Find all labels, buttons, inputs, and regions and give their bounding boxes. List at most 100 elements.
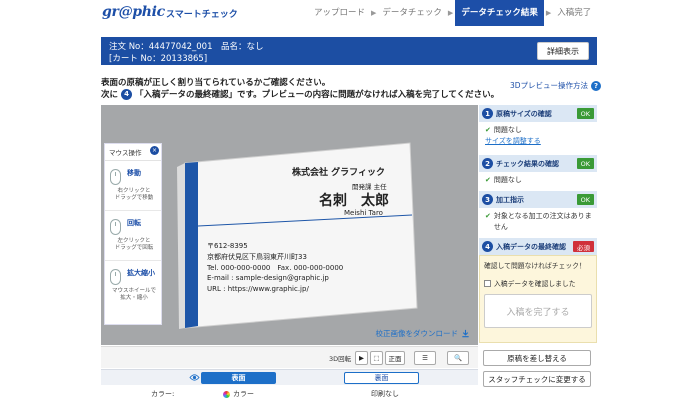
mouse-item-name: 回転 — [127, 219, 141, 227]
close-icon[interactable]: × — [150, 146, 159, 155]
mouse-item-zoom: 拡大縮小 マウスホイールで 拡大・縮小 — [105, 261, 161, 311]
play-button[interactable]: ▶ — [355, 351, 368, 365]
card-url: URL : https://www.graphic.jp/ — [207, 285, 309, 293]
ok-badge: OK — [576, 194, 594, 205]
mouse-item-rotate: 回転 左クリックと ドラッグで回転 — [105, 211, 161, 261]
mouse-item-name: 移動 — [127, 169, 141, 177]
adjust-size-link[interactable]: サイズを調整する — [485, 136, 592, 147]
check-panel: 1 原稿サイズの確認 OK ✔ 問題なし サイズを調整する 2 チェック結果の確認… — [479, 105, 597, 346]
complete-submission-button[interactable]: 入稿を完了する — [484, 294, 592, 328]
check-icon: ✔ — [485, 126, 491, 134]
check-2-title: チェック結果の確認 — [496, 159, 559, 168]
layout-menu-button[interactable]: ☰ — [414, 351, 436, 365]
card-edge — [177, 163, 185, 329]
preview-toolbar: 3D回転 ▶ ⬚ 正面 ☰ 🔍 — [101, 346, 478, 368]
download-icon — [462, 329, 469, 338]
mouse-item-desc: マウスホイールで 拡大・縮小 — [111, 288, 156, 302]
step-check-result: データチェック結果 — [455, 0, 544, 26]
color-wheel-icon — [223, 390, 230, 398]
app-root: gr@phic スマートチェック アップロード ▶ データチェック ▶ データチ… — [0, 0, 680, 400]
check-1-body: ✔ 問題なし サイズを調整する — [479, 122, 597, 155]
card-address: 京都府伏見区下鳥羽東芹川町33 — [207, 253, 307, 261]
confirm-checkbox-row[interactable]: 入稿データを確認しました — [484, 278, 592, 288]
help-icon: ? — [591, 80, 602, 91]
check-icon: ✔ — [485, 176, 491, 184]
step-arrow-icon: ▶ — [447, 9, 454, 17]
front-color-text: カラー — [233, 390, 254, 398]
step-complete: 入稿完了 — [557, 8, 592, 18]
front-side-button[interactable]: 表面 — [201, 372, 276, 384]
rotate-3d-label: 3D回転 — [329, 355, 352, 363]
mouse-controls-panel: マウス操作 × 移動 右クリックと ドラッグで移動 回転 左クリックと ドラッグ… — [104, 143, 162, 325]
back-color-value: 印刷なし — [371, 390, 399, 398]
instruction-line-2: 次に 4 「入稿データの最終確認」です。プレビューの内容に問題がなければ入稿を完… — [101, 88, 499, 100]
mouse-item-move: 移動 右クリックと ドラッグで移動 — [105, 161, 161, 211]
check-2-header: 2 チェック結果の確認 OK — [479, 155, 597, 172]
check-number-icon: 2 — [482, 158, 493, 169]
3d-preview-area[interactable]: マウス操作 × 移動 右クリックと ドラッグで移動 回転 左クリックと ドラッグ… — [101, 105, 478, 345]
check-icon: ✔ — [485, 212, 491, 220]
check-3-title: 加工指示 — [496, 195, 524, 204]
ok-badge: OK — [576, 158, 594, 169]
check-2-body: ✔ 問題なし — [479, 172, 597, 191]
color-info-bar: カラー: カラー 印刷なし — [101, 386, 478, 400]
order-info-bar: 注文 No：44477042_001 品名：なし [カート No：2013386… — [101, 37, 597, 65]
check-number-icon: 1 — [482, 108, 493, 119]
detail-button[interactable]: 詳細表示 — [537, 42, 589, 60]
confirm-checkbox-label: 入稿データを確認しました — [494, 280, 576, 288]
face-select-bar: 表面 裏面 — [101, 369, 478, 385]
order-number: 注文 No：44477042_001 品名：なし — [109, 42, 264, 52]
check-3-header: 3 加工指示 OK — [479, 191, 597, 208]
step-number-icon: 4 — [121, 88, 133, 100]
instruction-body: 「入稿データの最終確認」です。プレビューの内容に問題がなければ入稿を完了してくだ… — [135, 90, 500, 100]
final-prompt: 確認して問題なければチェック！ — [484, 262, 586, 270]
card-tel: Tel. 000-000-0000 Fax. 000-000-0000 — [207, 264, 344, 272]
preview-help-link[interactable]: 3Dプレビュー操作方法 ? — [510, 80, 602, 91]
card-name: 名刺 太郎 — [319, 193, 389, 209]
step-upload: アップロード — [314, 8, 366, 18]
front-view-button[interactable]: 正面 — [385, 351, 405, 365]
mouse-item-desc: 左クリックと ドラッグで回転 — [114, 238, 154, 252]
mouse-item-name: 拡大縮小 — [127, 269, 155, 277]
card-company: 株式会社 グラフィック — [292, 168, 385, 178]
mouse-item-desc: 右クリックと ドラッグで移動 — [114, 188, 154, 202]
front-color-value: カラー — [223, 389, 254, 399]
check-1-title: 原稿サイズの確認 — [496, 109, 552, 118]
top-header: gr@phic スマートチェック アップロード ▶ データチェック ▶ データチ… — [0, 0, 680, 26]
check-4-header: 4 入稿データの最終確認 必須 — [479, 238, 597, 255]
download-proof-link[interactable]: 校正画像をダウンロード — [376, 328, 471, 339]
confirm-checkbox[interactable] — [484, 279, 491, 287]
logo-subtitle: スマートチェック — [166, 10, 238, 20]
mouse-icon — [110, 219, 121, 235]
graphic-logo[interactable]: gr@phic — [102, 4, 165, 20]
eye-icon — [189, 374, 200, 381]
card-blue-stripe — [185, 162, 198, 328]
check-4-title: 入稿データの最終確認 — [496, 242, 566, 251]
card-email: E-mail : sample-design@graphic.jp — [207, 274, 329, 282]
color-label: カラー: — [151, 390, 175, 398]
step-arrow-icon: ▶ — [371, 9, 377, 17]
back-side-button[interactable]: 裏面 — [344, 372, 419, 384]
preview-help-label: 3Dプレビュー操作方法 — [510, 81, 589, 90]
card-romaji: Meishi Taro — [344, 209, 383, 217]
ok-badge: OK — [576, 108, 594, 119]
download-proof-label: 校正画像をダウンロード — [375, 329, 459, 338]
business-card[interactable]: 株式会社 グラフィック 開発課 主任 名刺 太郎 Meishi Taro 〒61… — [177, 133, 478, 333]
check-3-result: 対象となる加工の注文はありません — [493, 212, 592, 231]
check-number-icon: 4 — [482, 241, 493, 252]
frame-button[interactable]: ⬚ — [370, 351, 383, 365]
check-1-result: 問題なし — [493, 126, 522, 134]
business-card-shape — [177, 142, 418, 329]
card-zip: 〒612-8395 — [207, 242, 248, 250]
required-badge: 必須 — [573, 241, 594, 252]
cart-number: [カート No：20133865] — [109, 54, 208, 64]
check-3-body: ✔ 対象となる加工の注文はありません — [479, 208, 597, 238]
check-2-result: 問題なし — [493, 176, 522, 184]
staff-check-button[interactable]: スタッフチェックに変更する — [483, 371, 591, 387]
check-number-icon: 3 — [482, 194, 493, 205]
instruction-prefix: 次に — [101, 90, 119, 100]
progress-steps: アップロード ▶ データチェック ▶ データチェック結果 ▶ 入稿完了 — [310, 0, 595, 26]
zoom-menu-button[interactable]: 🔍 — [447, 351, 469, 365]
check-1-header: 1 原稿サイズの確認 OK — [479, 105, 597, 122]
replace-manuscript-button[interactable]: 原稿を差し替える — [483, 350, 591, 366]
